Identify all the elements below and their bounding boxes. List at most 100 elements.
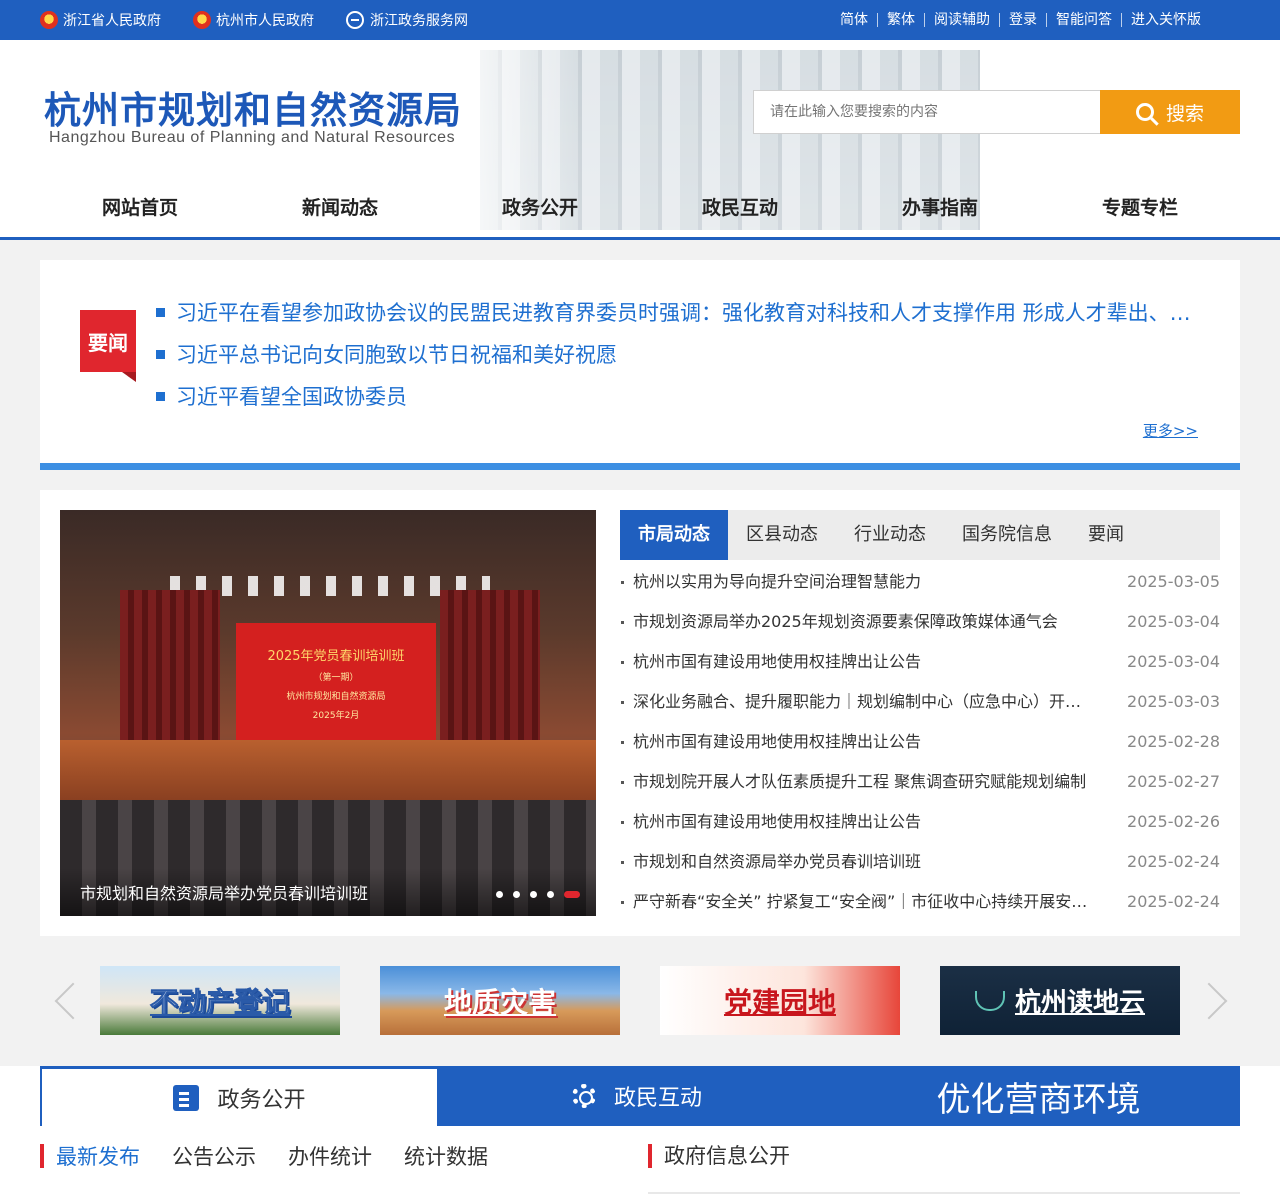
link-simplified[interactable]: 简体 bbox=[831, 13, 877, 27]
link-login[interactable]: 登录 bbox=[999, 13, 1046, 27]
link-hangzhou-gov[interactable]: 杭州市人民政府 bbox=[193, 10, 314, 30]
link-label: 浙江政务服务网 bbox=[370, 13, 468, 29]
chevron-left-icon[interactable] bbox=[50, 978, 80, 1022]
news-title[interactable]: 严守新春“安全关” 拧紧复工“安全阀”｜市征收中心持续开展安全生产检查 bbox=[620, 882, 1090, 922]
tab-state-council[interactable]: 国务院信息 bbox=[944, 510, 1070, 560]
list-item[interactable]: 严守新春“安全关” 拧紧复工“安全阀”｜市征收中心持续开展安全生产检查 2025-… bbox=[620, 882, 1220, 922]
tab-industry-news[interactable]: 行业动态 bbox=[836, 510, 944, 560]
link-smart-qa[interactable]: 智能问答 bbox=[1046, 13, 1121, 27]
headline-list: 习近平在看望参加政协会议的民盟民进教育界委员时强调：强化教育对科技和人才支撑作用… bbox=[156, 292, 1206, 418]
link-reading-aid[interactable]: 阅读辅助 bbox=[924, 13, 999, 27]
service-logo-icon bbox=[346, 11, 364, 29]
bottom-tab-bar: 政务公开 政民互动 优化营商环境 bbox=[40, 1066, 1240, 1126]
carousel-dot[interactable] bbox=[496, 891, 503, 898]
top-bar-links-right: 简体 繁体 阅读辅助 登录 智能问答 进入关怀版 bbox=[831, 0, 1210, 40]
news-date: 2025-02-24 bbox=[1127, 852, 1220, 871]
news-date: 2025-02-24 bbox=[1127, 892, 1220, 911]
list-item[interactable]: 杭州市国有建设用地使用权挂牌出让公告 2025-02-26 bbox=[620, 802, 1220, 842]
banner-land-cloud[interactable]: 杭州读地云 bbox=[940, 966, 1180, 1035]
carousel-dot[interactable] bbox=[530, 891, 537, 898]
nav-news[interactable]: 新闻动态 bbox=[240, 190, 440, 226]
tab-label: 政民互动 bbox=[613, 1086, 702, 1111]
headline-item[interactable]: 习近平在看望参加政协会议的民盟民进教育界委员时强调：强化教育对科技和人才支撑作用… bbox=[156, 292, 1206, 334]
tab-bureau-news[interactable]: 市局动态 bbox=[620, 510, 728, 560]
screen-date: 2025年2月 bbox=[312, 711, 360, 721]
tab-label: 政务公开 bbox=[217, 1087, 306, 1113]
site-subtitle: Hangzhou Bureau of Planning and Natural … bbox=[49, 129, 456, 146]
stage bbox=[60, 740, 596, 800]
list-item[interactable]: 市规划和自然资源局举办党员春训培训班 2025-02-24 bbox=[620, 842, 1220, 882]
search-icon bbox=[1135, 103, 1154, 121]
news-title[interactable]: 市规划和自然资源局举办党员春训培训班 bbox=[620, 842, 1090, 882]
banner-label: 杭州读地云 bbox=[1014, 988, 1145, 1018]
link-care-version[interactable]: 进入关怀版 bbox=[1121, 13, 1210, 27]
subtab-latest[interactable]: 最新发布 bbox=[56, 1141, 140, 1171]
news-title[interactable]: 杭州市国有建设用地使用权挂牌出让公告 bbox=[620, 722, 1090, 762]
link-label: 浙江省人民政府 bbox=[63, 13, 161, 29]
nav-home[interactable]: 网站首页 bbox=[40, 190, 240, 226]
news-date: 2025-03-05 bbox=[1127, 572, 1220, 591]
news-title[interactable]: 杭州市国有建设用地使用权挂牌出让公告 bbox=[620, 642, 1090, 682]
banner-carousel: 不动产登记 地质灾害 党建园地 杭州读地云 bbox=[0, 956, 1280, 1066]
carousel-dots bbox=[486, 891, 580, 898]
tab-gov-affairs[interactable]: 政务公开 bbox=[40, 1066, 437, 1126]
land-cloud-logo-icon bbox=[974, 990, 1005, 1011]
subtab-notices[interactable]: 公告公示 bbox=[172, 1141, 256, 1171]
document-icon bbox=[173, 1084, 200, 1111]
search-input[interactable] bbox=[753, 90, 1101, 134]
news-date: 2025-02-26 bbox=[1127, 812, 1220, 831]
nav-interaction[interactable]: 政民互动 bbox=[640, 190, 840, 226]
news-title[interactable]: 杭州以实用为导向提升空间治理智慧能力 bbox=[620, 562, 1090, 602]
gov-info-heading[interactable]: 政府信息公开 bbox=[648, 1144, 790, 1168]
news-date: 2025-03-03 bbox=[1127, 692, 1220, 711]
site-header: 杭州市规划和自然资源局 Hangzhou Bureau of Planning … bbox=[0, 40, 1280, 240]
nav-service-guide[interactable]: 办事指南 bbox=[840, 190, 1040, 226]
bottom-section: 政务公开 政民互动 优化营商环境 最新发布 公告公示 办件统计 统计数据 政府信… bbox=[0, 1066, 1280, 1195]
list-item[interactable]: 市规划资源局举办2025年规划资源要素保障政策媒体通气会 2025-03-04 bbox=[620, 602, 1220, 642]
headline-item[interactable]: 习近平看望全国政协委员 bbox=[156, 376, 1206, 418]
list-item[interactable]: 杭州市国有建设用地使用权挂牌出让公告 2025-02-28 bbox=[620, 722, 1220, 762]
gear-icon bbox=[571, 1084, 596, 1108]
tab-district-news[interactable]: 区县动态 bbox=[728, 510, 836, 560]
list-item[interactable]: 深化业务融合、提升履职能力｜规划编制中心（应急中心）开展业务学习交流 2025-0… bbox=[620, 682, 1220, 722]
top-bar-links-left: 浙江省人民政府 杭州市人民政府 浙江政务服务网 bbox=[40, 0, 500, 40]
national-emblem-icon bbox=[193, 11, 211, 29]
chevron-right-icon[interactable] bbox=[1200, 978, 1230, 1022]
headline-item[interactable]: 习近平总书记向女同胞致以节日祝福和美好祝愿 bbox=[156, 334, 1206, 376]
headline-news: 要闻 习近平在看望参加政协会议的民盟民进教育界委员时强调：强化教育对科技和人才支… bbox=[40, 260, 1240, 470]
list-item[interactable]: 杭州以实用为导向提升空间治理智慧能力 2025-03-05 bbox=[620, 562, 1220, 602]
banner-real-estate[interactable]: 不动产登记 bbox=[100, 966, 340, 1035]
news-carousel[interactable]: 2025年党员春训培训班 （第一期） 杭州市规划和自然资源局 2025年2月 市… bbox=[60, 510, 596, 916]
tab-interaction[interactable]: 政民互动 bbox=[437, 1066, 837, 1126]
search-button[interactable]: 搜索 bbox=[1100, 90, 1240, 134]
carousel-dot-active[interactable] bbox=[564, 891, 580, 898]
link-zhejiang-gov[interactable]: 浙江省人民政府 bbox=[40, 10, 161, 30]
divider bbox=[648, 1192, 1240, 1194]
list-item[interactable]: 杭州市国有建设用地使用权挂牌出让公告 2025-03-04 bbox=[620, 642, 1220, 682]
bottom-subtabs: 最新发布 公告公示 办件统计 统计数据 bbox=[40, 1141, 520, 1171]
nav-special-topics[interactable]: 专题专栏 bbox=[1040, 190, 1240, 226]
banner-geo-hazard[interactable]: 地质灾害 bbox=[380, 966, 620, 1035]
link-zhejiang-service[interactable]: 浙江政务服务网 bbox=[346, 10, 468, 30]
tab-top-news[interactable]: 要闻 bbox=[1070, 510, 1142, 560]
subtab-stats-data[interactable]: 统计数据 bbox=[404, 1141, 488, 1171]
carousel-dot[interactable] bbox=[547, 891, 554, 898]
carousel-dot[interactable] bbox=[513, 891, 520, 898]
news-tabs: 市局动态 区县动态 行业动态 国务院信息 要闻 bbox=[620, 510, 1220, 560]
stage-screen: 2025年党员春训培训班 （第一期） 杭州市规划和自然资源局 2025年2月 bbox=[236, 623, 436, 741]
site-title[interactable]: 杭州市规划和自然资源局 bbox=[44, 80, 462, 134]
news-title[interactable]: 深化业务融合、提升履职能力｜规划编制中心（应急中心）开展业务学习交流 bbox=[620, 682, 1090, 722]
list-item[interactable]: 市规划院开展人才队伍素质提升工程 聚焦调查研究赋能规划编制 2025-02-27 bbox=[620, 762, 1220, 802]
link-traditional[interactable]: 繁体 bbox=[877, 13, 924, 27]
nav-gov-affairs[interactable]: 政务公开 bbox=[440, 190, 640, 226]
banner-party-building[interactable]: 党建园地 bbox=[660, 966, 900, 1035]
news-title[interactable]: 杭州市国有建设用地使用权挂牌出让公告 bbox=[620, 802, 1090, 842]
news-title[interactable]: 市规划资源局举办2025年规划资源要素保障政策媒体通气会 bbox=[620, 602, 1090, 642]
news-date: 2025-02-27 bbox=[1127, 772, 1220, 791]
screen-sub: （第一期） bbox=[313, 673, 359, 683]
news-title[interactable]: 市规划院开展人才队伍素质提升工程 聚焦调查研究赋能规划编制 bbox=[620, 762, 1090, 802]
tab-business-env[interactable]: 优化营商环境 bbox=[837, 1066, 1240, 1126]
subtab-case-stats[interactable]: 办件统计 bbox=[288, 1141, 372, 1171]
screen-org: 杭州市规划和自然资源局 bbox=[286, 692, 386, 702]
headline-more-link[interactable]: 更多>> bbox=[1143, 420, 1198, 441]
